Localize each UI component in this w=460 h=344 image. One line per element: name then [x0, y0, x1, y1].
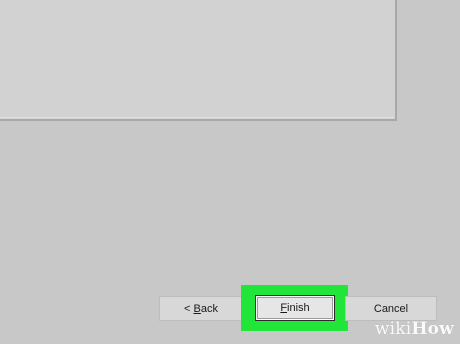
wikihow-watermark: wikiHow [375, 319, 454, 339]
watermark-wiki: wiki [374, 319, 412, 339]
finish-button-accelerator: F [280, 302, 288, 314]
back-button-prefix: < [184, 302, 194, 315]
back-button-accelerator: B [193, 302, 201, 315]
finish-button[interactable]: Finish [255, 295, 335, 321]
finish-button-label-rest: inish [287, 302, 310, 314]
back-button-label-rest: ack [200, 302, 218, 315]
back-button[interactable]: < Back [159, 296, 243, 321]
wizard-content-panel [0, 0, 397, 121]
watermark-how: How [411, 319, 454, 339]
cancel-button-label: Cancel [373, 302, 409, 315]
cancel-button[interactable]: Cancel [345, 296, 437, 321]
